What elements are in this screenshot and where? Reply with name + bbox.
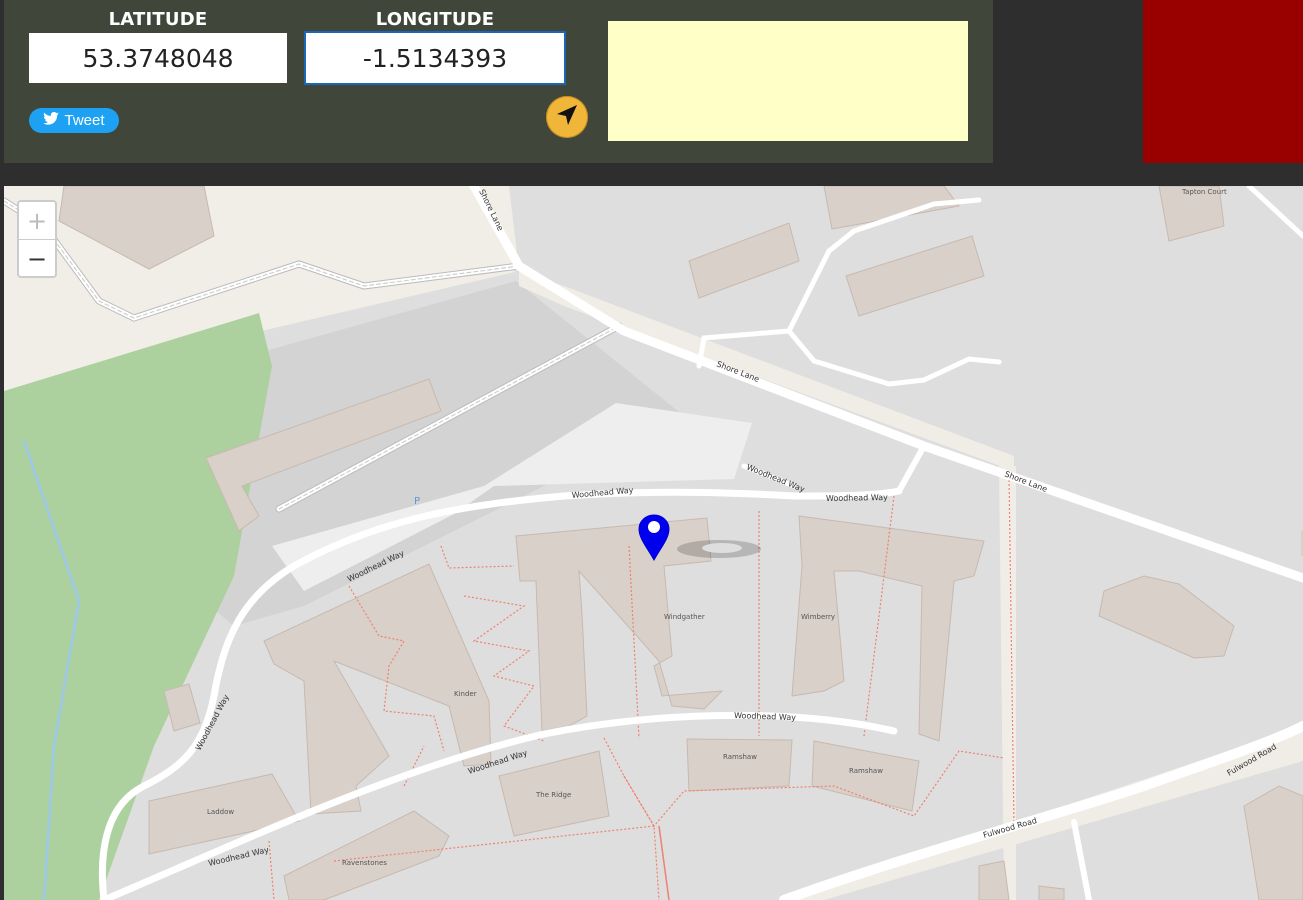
parking-label: P [414, 496, 420, 507]
latitude-input[interactable] [29, 33, 287, 83]
building-label: Wimberry [801, 613, 835, 621]
building-label: The Ridge [535, 791, 571, 799]
map-tiles: P Shore Lane Shore Lane Shore Lane Woodh… [4, 186, 1303, 900]
zoom-in-button[interactable]: + [19, 202, 55, 240]
tweet-label: Tweet [64, 112, 105, 129]
building-label: Ramshaw [849, 767, 883, 775]
zoom-control: + − [17, 200, 57, 278]
building-label: Windgather [664, 613, 705, 621]
latitude-label: LATITUDE [108, 9, 208, 30]
locate-button[interactable] [546, 96, 588, 138]
twitter-bird-icon [43, 112, 60, 129]
status-indicator [1143, 0, 1303, 163]
zoom-out-button[interactable]: − [19, 240, 55, 277]
tweet-button[interactable]: Tweet [29, 108, 119, 133]
building-label: Tapton Court [1181, 188, 1227, 196]
longitude-label: LONGITUDE [375, 9, 495, 30]
info-box [608, 21, 968, 141]
building-label: Ramshaw [723, 753, 757, 761]
road-label: Woodhead Way [826, 493, 888, 503]
marker-shadow-ring [702, 543, 742, 553]
longitude-input[interactable] [304, 31, 566, 85]
map-view[interactable]: P Shore Lane Shore Lane Shore Lane Woodh… [4, 186, 1303, 900]
building-label: Ravenstones [342, 859, 387, 867]
building-label: Laddow [207, 808, 234, 816]
navigation-arrow-icon [554, 102, 580, 133]
building-label: Kinder [454, 690, 477, 698]
